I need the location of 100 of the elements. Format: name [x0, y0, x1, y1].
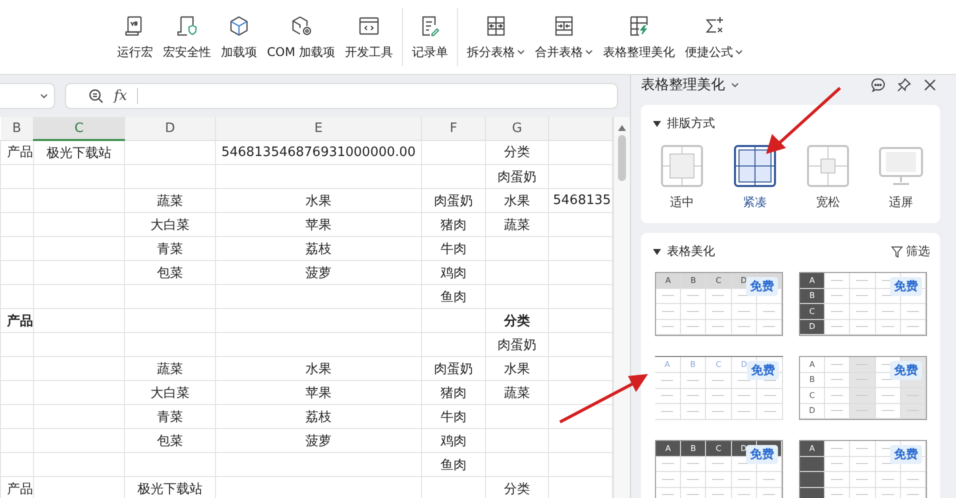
header-letter: B: [690, 276, 696, 285]
layout-icon: [660, 144, 704, 188]
column-header[interactable]: E: [216, 117, 422, 140]
ribbon-button[interactable]: 运行宏: [114, 10, 156, 64]
header-letter: C: [716, 444, 722, 453]
scroll-shield-icon: [175, 14, 199, 38]
ribbon-button[interactable]: 表格整理美化: [600, 10, 678, 64]
table-template[interactable]: A 免费: [799, 440, 927, 498]
free-badge: 免费: [746, 277, 778, 296]
filter-button[interactable]: 筛选: [891, 243, 930, 260]
table-cell: 苹果: [216, 380, 422, 404]
header-letter: B: [690, 444, 696, 453]
layout-option[interactable]: 宽松: [803, 144, 853, 211]
layout-icon: [806, 144, 850, 188]
header-letter: C: [809, 306, 815, 316]
header-letter: B: [809, 375, 815, 384]
free-badge: 免费: [890, 277, 922, 296]
table-cell: 蔬菜: [486, 212, 548, 236]
scrollbar-thumb[interactable]: [618, 135, 626, 181]
table-cell: 蔬菜: [124, 188, 216, 212]
caret-icon: [731, 82, 739, 88]
free-badge: 免费: [890, 361, 922, 380]
table-cell: 鱼肉: [422, 284, 486, 308]
table-cell: 包菜: [124, 260, 216, 284]
section-heading: 排版方式: [667, 115, 715, 132]
function-label[interactable]: fx: [114, 88, 138, 104]
header-letter: A: [809, 360, 815, 369]
table-template[interactable]: A B C D 免费: [655, 440, 783, 498]
zoom-icon: [88, 88, 104, 104]
formula-field[interactable]: fx: [65, 83, 618, 109]
header-letter: B: [809, 291, 815, 300]
table-cell: 产品: [0, 476, 34, 498]
column-header[interactable]: C: [34, 117, 124, 140]
ribbon-button[interactable]: COM 加载项: [264, 10, 338, 64]
layout-option[interactable]: 紧凑: [730, 144, 780, 211]
header-letter: A: [809, 444, 815, 453]
free-badge: 免费: [746, 445, 778, 464]
ribbon-button[interactable]: 宏安全性: [160, 10, 214, 64]
column-header[interactable]: G: [486, 117, 548, 140]
table-cell: 产品: [0, 140, 34, 164]
table-cell: 鸡肉: [422, 260, 486, 284]
pin-icon: [896, 77, 912, 93]
table-cell: 猪肉: [422, 380, 486, 404]
close-icon: [922, 77, 938, 93]
table-cell: 肉蛋奶: [486, 164, 548, 188]
ribbon-button[interactable]: 拆分表格: [464, 10, 528, 64]
table-cell: 菠萝: [216, 260, 422, 284]
header-letter: D: [809, 406, 816, 416]
header-letter: D: [809, 322, 816, 332]
header-letter: C: [716, 276, 722, 285]
table-cell: 肉蛋奶: [486, 332, 548, 356]
header-letter: D: [740, 276, 747, 285]
table-cell: 鱼肉: [422, 452, 486, 476]
collapse-triangle-icon[interactable]: [653, 120, 661, 126]
table-template[interactable]: A B C D 免费: [655, 356, 783, 420]
table-cell: 荔枝: [216, 404, 422, 428]
table-cell: 大白菜: [124, 212, 216, 236]
header-letter: A: [664, 360, 670, 369]
header-letter: C: [716, 360, 722, 369]
table-cell: 546813546876931000000.00: [216, 140, 422, 164]
table-cell: 菠萝: [216, 428, 422, 452]
table-cell: 水果: [486, 188, 548, 212]
table-cell: 水果: [486, 356, 548, 380]
ribbon-button[interactable]: 加载项: [218, 10, 260, 64]
table-cell: 大白菜: [124, 380, 216, 404]
section-heading: 表格美化: [667, 243, 715, 260]
table-cell: 牛肉: [422, 236, 486, 260]
table-cell: 牛肉: [422, 404, 486, 428]
ribbon-button[interactable]: 记录单: [409, 10, 451, 64]
header-letter: A: [665, 444, 671, 453]
table-cell: 鸡肉: [422, 428, 486, 452]
table-cell: 蔬菜: [486, 380, 548, 404]
ribbon-button[interactable]: 合并表格: [532, 10, 596, 64]
table-cell: 极光下载站: [34, 140, 124, 164]
table-template[interactable]: A B C D 免费: [799, 356, 927, 420]
ribbon-button[interactable]: 开发工具: [342, 10, 396, 64]
header-letter: D: [740, 444, 747, 453]
panel-title[interactable]: 表格整理美化: [641, 76, 739, 94]
column-header[interactable]: F: [422, 117, 486, 140]
column-header[interactable]: D: [124, 117, 216, 140]
table-template[interactable]: A B C D 免费: [655, 272, 783, 336]
header-letter: A: [665, 276, 671, 285]
header-letter: D: [741, 360, 748, 369]
table-cell: 猪肉: [422, 212, 486, 236]
table-cell: 分类: [486, 140, 548, 164]
table-cell: 肉蛋奶: [422, 356, 486, 380]
table-template[interactable]: A B C D 免费: [799, 272, 927, 336]
collapse-triangle-icon[interactable]: [653, 248, 661, 254]
chat-bubble-icon: [870, 77, 886, 93]
scroll-up-icon[interactable]: [618, 125, 626, 131]
layout-option[interactable]: 适屏: [876, 144, 926, 211]
table-cell: 肉蛋奶: [422, 188, 486, 212]
ribbon-button[interactable]: 便捷公式: [682, 10, 746, 64]
column-header[interactable]: B: [0, 117, 34, 140]
table-cell: 包菜: [124, 428, 216, 452]
header-letter: A: [809, 276, 815, 285]
layout-icon: [733, 144, 777, 188]
layout-option[interactable]: 适中: [657, 144, 707, 211]
layout-icon: [879, 144, 923, 188]
table-cell: 分类: [486, 308, 548, 332]
